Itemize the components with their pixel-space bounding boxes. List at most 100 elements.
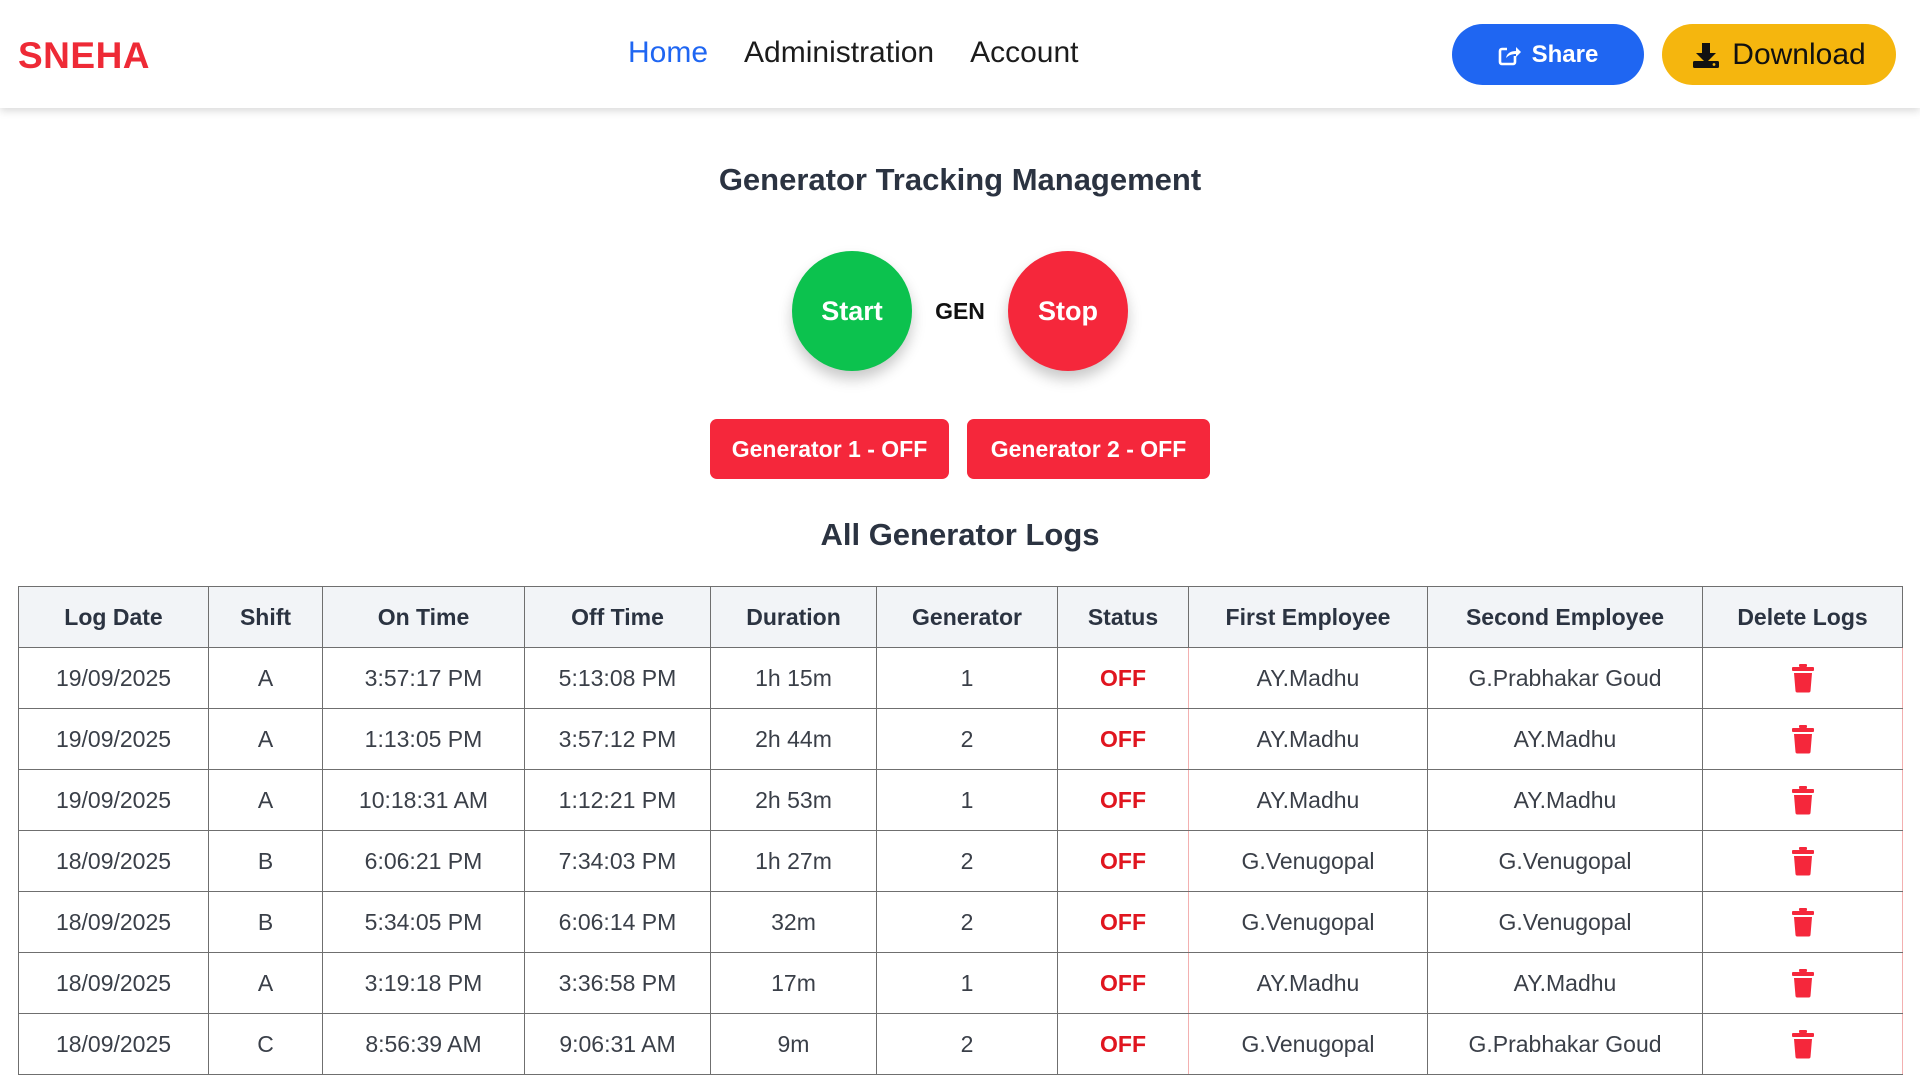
cell-off-time: 1:12:21 PM xyxy=(524,769,711,831)
share-button[interactable]: Share xyxy=(1452,24,1644,85)
cell-on-time: 10:18:31 AM xyxy=(322,769,525,831)
page-title: Generator Tracking Management xyxy=(718,162,1202,197)
trash-icon[interactable] xyxy=(1790,785,1816,815)
table-row: 18/09/2025 B 6:06:21 PM 7:34:03 PM 1h 27m 2 OF… xyxy=(18,830,1903,892)
cell-delete xyxy=(1702,769,1903,831)
cell-second-employee: AY.Madhu xyxy=(1427,769,1703,831)
header-on-time: On Time xyxy=(322,586,525,648)
generator-2-toggle[interactable]: Generator 2 - OFF xyxy=(967,419,1210,479)
cell-second-employee: AY.Madhu xyxy=(1427,952,1703,1014)
nav-link-administration[interactable]: Administration xyxy=(744,36,934,70)
cell-generator: 2 xyxy=(876,830,1058,892)
cell-log-date: 18/09/2025 xyxy=(18,1013,209,1075)
cell-duration: 1h 27m xyxy=(710,830,877,892)
nav-link-home[interactable]: Home xyxy=(628,36,708,70)
trash-icon[interactable] xyxy=(1790,968,1816,998)
cell-off-time: 5:13:08 PM xyxy=(524,647,711,709)
cell-on-time: 5:34:05 PM xyxy=(322,891,525,953)
cell-on-time: 1:13:05 PM xyxy=(322,708,525,770)
cell-first-employee: AY.Madhu xyxy=(1188,952,1428,1014)
header-first-employee: First Employee xyxy=(1188,586,1428,648)
table-row: 18/09/2025 C 8:56:39 AM 9:06:31 AM 9m 2 OFF G.V… xyxy=(18,1013,1903,1075)
cell-second-employee: AY.Madhu xyxy=(1427,708,1703,770)
cell-log-date: 18/09/2025 xyxy=(18,891,209,953)
cell-log-date: 19/09/2025 xyxy=(18,708,209,770)
cell-generator: 1 xyxy=(876,647,1058,709)
generator-logs-table: Log Date Shift On Time Off Time Duration… xyxy=(18,586,1903,1075)
header-delete-logs: Delete Logs xyxy=(1702,586,1903,648)
cell-delete xyxy=(1702,1013,1903,1075)
share-icon xyxy=(1498,45,1522,65)
table-row: 18/09/2025 B 5:34:05 PM 6:06:14 PM 32m 2 OFF G.… xyxy=(18,891,1903,953)
generator-1-toggle[interactable]: Generator 1 - OFF xyxy=(710,419,949,479)
cell-shift: A xyxy=(208,952,323,1014)
cell-status: OFF xyxy=(1057,952,1189,1014)
header-log-date: Log Date xyxy=(18,586,209,648)
cell-duration: 32m xyxy=(710,891,877,953)
cell-first-employee: G.Venugopal xyxy=(1188,830,1428,892)
cell-on-time: 6:06:21 PM xyxy=(322,830,525,892)
trash-icon[interactable] xyxy=(1790,907,1816,937)
trash-icon[interactable] xyxy=(1790,846,1816,876)
brand-logo[interactable]: SNEHA xyxy=(18,35,150,77)
cell-shift: B xyxy=(208,891,323,953)
header-status: Status xyxy=(1057,586,1189,648)
trash-icon[interactable] xyxy=(1790,724,1816,754)
table-row: 19/09/2025 A 10:18:31 AM 1:12:21 PM 2h 53m 1 O… xyxy=(18,769,1903,831)
nav-link-account[interactable]: Account xyxy=(970,36,1078,70)
start-button[interactable]: Start xyxy=(792,251,912,371)
cell-duration: 17m xyxy=(710,952,877,1014)
cell-status: OFF xyxy=(1057,891,1189,953)
cell-duration: 2h 53m xyxy=(710,769,877,831)
cell-first-employee: AY.Madhu xyxy=(1188,708,1428,770)
cell-delete xyxy=(1702,830,1903,892)
cell-generator: 2 xyxy=(876,1013,1058,1075)
cell-off-time: 3:57:12 PM xyxy=(524,708,711,770)
logs-title: All Generator Logs xyxy=(820,517,1100,552)
cell-duration: 1h 15m xyxy=(710,647,877,709)
download-button[interactable]: Download xyxy=(1662,24,1896,85)
cell-shift: A xyxy=(208,708,323,770)
cell-delete xyxy=(1702,708,1903,770)
cell-duration: 9m xyxy=(710,1013,877,1075)
table-header-row: Log Date Shift On Time Off Time Duration… xyxy=(18,586,1903,648)
cell-second-employee: G.Prabhakar Goud xyxy=(1427,1013,1703,1075)
cell-log-date: 18/09/2025 xyxy=(18,952,209,1014)
cell-off-time: 3:36:58 PM xyxy=(524,952,711,1014)
cell-on-time: 8:56:39 AM xyxy=(322,1013,525,1075)
gen-label: GEN xyxy=(935,298,985,324)
cell-on-time: 3:19:18 PM xyxy=(322,952,525,1014)
header-second-employee: Second Employee xyxy=(1427,586,1703,648)
cell-delete xyxy=(1702,952,1903,1014)
cell-shift: A xyxy=(208,769,323,831)
cell-shift: A xyxy=(208,647,323,709)
cell-status: OFF xyxy=(1057,1013,1189,1075)
header-generator: Generator xyxy=(876,586,1058,648)
cell-status: OFF xyxy=(1057,708,1189,770)
cell-first-employee: AY.Madhu xyxy=(1188,647,1428,709)
cell-log-date: 19/09/2025 xyxy=(18,647,209,709)
cell-shift: B xyxy=(208,830,323,892)
cell-second-employee: G.Prabhakar Goud xyxy=(1427,647,1703,709)
cell-off-time: 7:34:03 PM xyxy=(524,830,711,892)
cell-off-time: 6:06:14 PM xyxy=(524,891,711,953)
cell-generator: 2 xyxy=(876,891,1058,953)
cell-first-employee: G.Venugopal xyxy=(1188,1013,1428,1075)
table-body: 19/09/2025 A 3:57:17 PM 5:13:08 PM 1h 15m 1 OF… xyxy=(18,647,1903,1075)
header-shift: Shift xyxy=(208,586,323,648)
cell-status: OFF xyxy=(1057,769,1189,831)
download-label: Download xyxy=(1732,37,1866,71)
cell-shift: C xyxy=(208,1013,323,1075)
trash-icon[interactable] xyxy=(1790,1029,1816,1059)
cell-status: OFF xyxy=(1057,830,1189,892)
cell-generator: 1 xyxy=(876,769,1058,831)
cell-first-employee: G.Venugopal xyxy=(1188,891,1428,953)
header-duration: Duration xyxy=(710,586,877,648)
table-row: 18/09/2025 A 3:19:18 PM 3:36:58 PM 17m 1 OFF AY… xyxy=(18,952,1903,1014)
cell-log-date: 19/09/2025 xyxy=(18,769,209,831)
cell-second-employee: G.Venugopal xyxy=(1427,830,1703,892)
cell-first-employee: AY.Madhu xyxy=(1188,769,1428,831)
table-row: 19/09/2025 A 1:13:05 PM 3:57:12 PM 2h 44m 2 OF… xyxy=(18,708,1903,770)
trash-icon[interactable] xyxy=(1790,663,1816,693)
stop-button[interactable]: Stop xyxy=(1008,251,1128,371)
